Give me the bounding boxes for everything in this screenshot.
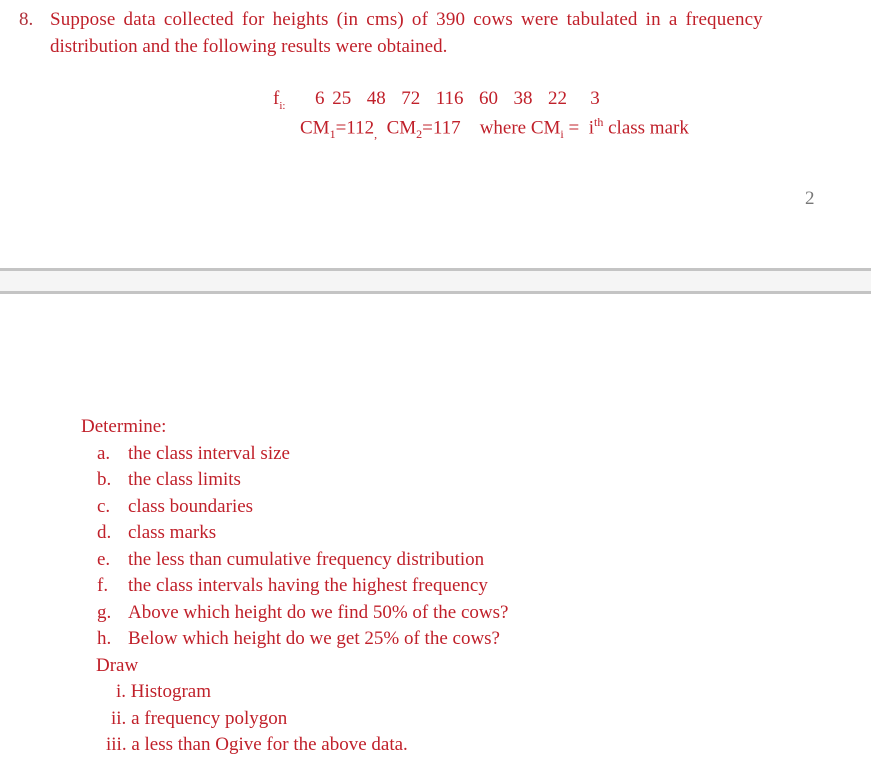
determine-item: b. the class limits [97,469,241,491]
item-label: iii. [106,734,127,755]
item-label: h. [97,628,112,649]
item-label: g. [97,602,112,623]
question-text-line2: distribution and the following results w… [50,36,448,57]
determine-item: a. the class interval size [97,443,290,465]
draw-heading: Draw [96,655,139,676]
item-label: b. [97,469,112,490]
determine-item: d. class marks [97,522,216,544]
item-text: the less than cumulative frequency distr… [128,549,485,570]
item-label: c. [97,496,111,517]
cm1-value: =112 [335,117,375,139]
cm1-label: CM [300,117,330,139]
item-text: Above which height do we find 50% of the… [128,602,509,623]
item-text: the class limits [128,469,241,490]
item-text: a less than Ogive for the above data. [131,734,408,755]
page-break [0,268,871,294]
draw-item: i. Histogram [116,681,211,703]
item-text: class boundaries [128,496,254,517]
frequency-label: fi: [273,88,285,112]
where-end: class mark [603,117,689,139]
draw-item: iii. a less than Ogive for the above dat… [106,734,408,756]
question-number: 8. [19,9,34,30]
question-text-line1: Suppose data collected for heights (in c… [50,9,763,30]
determine-item: e. the less than cumulative frequency dis… [97,549,484,571]
where-text: where CM [479,117,561,139]
class-mark-line: CM1=112, CM2=117 where CMi = ith class m… [300,115,689,142]
fi-subscript: i: [279,99,286,112]
item-text: Histogram [130,681,211,702]
item-text: a frequency polygon [131,708,288,729]
page-number: 2 [805,188,815,209]
determine-heading: Determine: [81,416,167,437]
where-eq: = i [563,117,595,139]
item-label: f. [97,575,109,596]
determine-item: f. the class intervals having the highest… [97,575,488,597]
item-label: i. [116,681,127,702]
item-label: e. [97,549,111,570]
item-text: class marks [128,522,217,543]
determine-item: g. Above which height do we find 50% of t… [97,602,508,624]
item-text: the class intervals having the highest f… [128,575,488,596]
item-label: ii. [111,708,127,729]
draw-item: ii. a frequency polygon [111,708,287,730]
where-superscript: th [594,115,604,129]
cm2-value: =117 [422,117,461,139]
cm2-label: CM [386,117,417,139]
determine-item: h. Below which height do we get 25% of th… [97,628,500,650]
item-text: the class interval size [128,443,290,464]
frequency-values: 6 25 48 72 116 60 38 22 3 [315,88,600,109]
determine-item: c. class boundaries [97,496,253,518]
item-text: Below which height do we get 25% of the … [128,628,500,649]
item-label: a. [97,443,111,464]
item-label: d. [97,522,112,543]
